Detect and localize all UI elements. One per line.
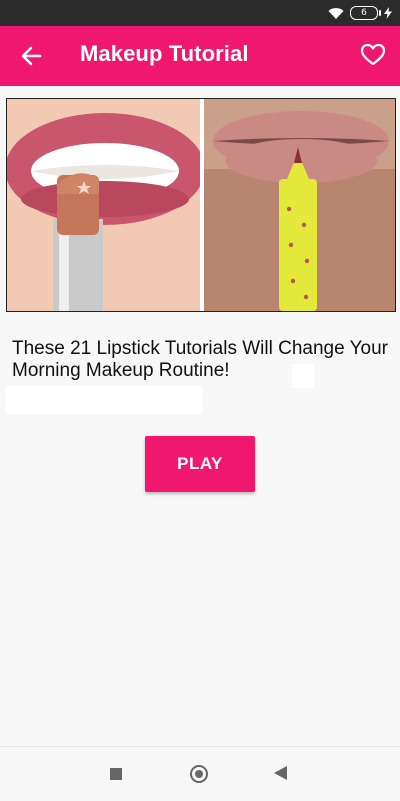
lipstick-photo-illustration xyxy=(7,99,395,311)
wifi-icon xyxy=(328,7,344,19)
charging-bolt-icon xyxy=(384,7,392,19)
blank-placeholder xyxy=(292,364,314,388)
arrow-left-icon xyxy=(21,46,42,66)
heart-outline-icon xyxy=(360,43,386,66)
home-circle-icon[interactable] xyxy=(190,765,208,783)
play-button[interactable]: PLAY xyxy=(145,436,255,492)
blank-placeholder xyxy=(6,386,202,414)
system-nav-bar xyxy=(0,746,400,801)
battery-level: 6 xyxy=(361,8,367,18)
status-bar: 6 xyxy=(0,0,400,26)
favorite-button[interactable] xyxy=(360,42,386,68)
status-icons: 6 xyxy=(328,4,392,22)
back-triangle-icon[interactable] xyxy=(274,766,287,780)
tutorial-thumbnail[interactable] xyxy=(6,98,396,312)
app-bar: Makeup Tutorial xyxy=(0,26,400,86)
recents-square-icon[interactable] xyxy=(110,768,122,780)
app-title: Makeup Tutorial xyxy=(80,41,249,66)
tutorial-headline: These 21 Lipstick Tutorials Will Change … xyxy=(12,338,388,381)
battery-icon: 6 xyxy=(350,6,381,20)
back-button[interactable] xyxy=(18,42,46,70)
